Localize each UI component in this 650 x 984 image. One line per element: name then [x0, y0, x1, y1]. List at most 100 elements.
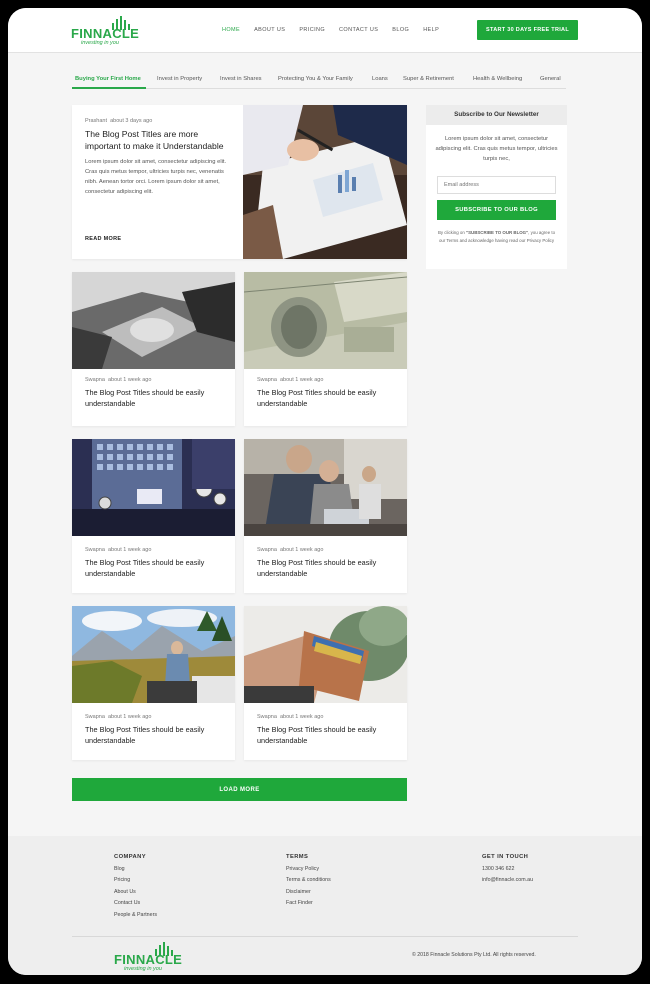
post-time: about 1 week ago	[107, 377, 152, 383]
nav-contact-us[interactable]: CONTACT US	[339, 27, 378, 33]
footer-email[interactable]: info@finnacle.com.au	[482, 877, 533, 883]
tab-super-retirement[interactable]: Super & Retirement	[403, 76, 454, 82]
post-author: Swapna	[85, 547, 105, 553]
post-card[interactable]: Swapna about 1 week ago The Blog Post Ti…	[244, 272, 407, 426]
newsletter-widget: Subscribe to Our Newsletter Lorem ipsum …	[426, 105, 567, 269]
brand-tagline: investing in you	[81, 40, 119, 46]
post-title[interactable]: The Blog Post Titles should be easily un…	[85, 724, 225, 746]
mountain-road-trip-photo	[72, 606, 235, 703]
footer-link-people[interactable]: People & Partners	[114, 912, 157, 918]
featured-excerpt: Lorem ipsum dolor sit amet, consectetur …	[85, 159, 227, 195]
tab-invest-property[interactable]: Invest in Property	[157, 76, 202, 82]
post-card[interactable]: Swapna about 1 week ago The Blog Post Ti…	[244, 606, 407, 760]
post-card[interactable]: Swapna about 1 week ago The Blog Post Ti…	[72, 606, 235, 760]
nav-about-us[interactable]: ABOUT US	[254, 27, 285, 33]
newsletter-description: Lorem ipsum dolor sit amet, consectetur …	[435, 136, 558, 162]
footer-link-contact[interactable]: Contact Us	[114, 900, 157, 906]
post-meta: Swapna about 1 week ago	[85, 714, 151, 720]
site-footer: COMPANY Blog Pricing About Us Contact Us…	[8, 836, 642, 975]
footer-link-pricing[interactable]: Pricing	[114, 877, 157, 883]
tab-invest-shares[interactable]: Invest in Shares	[220, 76, 262, 82]
page-frame: FINNACLE investing in you HOME ABOUT US …	[8, 8, 642, 975]
dollar-bills-photo	[244, 272, 407, 369]
post-meta: Swapna about 1 week ago	[257, 377, 323, 383]
footer-link-terms[interactable]: Terms & conditions	[286, 877, 331, 883]
footer-contact: GET IN TOUCH 1300 346 622 info@finnacle.…	[482, 854, 533, 889]
nav-pricing[interactable]: PRICING	[299, 27, 325, 33]
office-meeting-photo	[244, 439, 407, 536]
footer-link-disclaimer[interactable]: Disclaimer	[286, 889, 331, 895]
post-meta: Swapna about 1 week ago	[257, 714, 323, 720]
post-image	[244, 606, 407, 703]
post-image	[72, 606, 235, 703]
footer-terms: TERMS Privacy Policy Terms & conditions …	[286, 854, 331, 912]
post-title[interactable]: The Blog Post Titles should be easily un…	[257, 724, 397, 746]
tab-buying-first-home[interactable]: Buying Your First Home	[75, 76, 141, 82]
post-author: Swapna	[257, 547, 277, 553]
post-image	[244, 272, 407, 369]
subscribe-button[interactable]: SUBSCRIBE TO OUR BLOG	[437, 200, 556, 220]
featured-post-card[interactable]: Prashant about 3 days ago The Blog Post …	[72, 105, 407, 259]
post-author: Swapna	[257, 714, 277, 720]
footer-terms-heading: TERMS	[286, 854, 309, 860]
post-card[interactable]: Swapna about 1 week ago The Blog Post Ti…	[72, 272, 235, 426]
footer-phone[interactable]: 1300 346 622	[482, 866, 533, 872]
handshake-photo	[72, 272, 235, 369]
featured-image	[243, 105, 407, 259]
site-header: FINNACLE investing in you HOME ABOUT US …	[8, 8, 642, 53]
featured-title[interactable]: The Blog Post Titles are more important …	[85, 128, 235, 152]
active-tab-underline	[72, 87, 146, 89]
post-meta: Swapna about 1 week ago	[257, 547, 323, 553]
featured-time: about 3 days ago	[110, 118, 153, 124]
footer-link-fact-finder[interactable]: Fact Finder	[286, 900, 331, 906]
tab-general[interactable]: General	[540, 76, 561, 82]
featured-author: Prashant	[85, 118, 108, 124]
post-author: Swapna	[257, 377, 277, 383]
post-image	[244, 439, 407, 536]
footer-company-heading: COMPANY	[114, 854, 146, 860]
brand-logo[interactable]: FINNACLE investing in you	[71, 16, 141, 46]
nav-home[interactable]: HOME	[222, 27, 240, 33]
signing-document-photo	[243, 105, 407, 259]
newsletter-note: By clicking on "SUBSCRIBE TO OUR BLOG", …	[436, 229, 557, 244]
post-time: about 1 week ago	[279, 377, 324, 383]
post-title[interactable]: The Blog Post Titles should be easily un…	[257, 557, 397, 579]
load-more-button[interactable]: LOAD MORE	[72, 778, 407, 801]
tab-protecting-family[interactable]: Protecting You & Your Family	[278, 76, 353, 82]
read-more-link[interactable]: READ MORE	[85, 236, 121, 242]
post-card[interactable]: Swapna about 1 week ago The Blog Post Ti…	[244, 439, 407, 593]
post-time: about 1 week ago	[107, 547, 152, 553]
post-card[interactable]: Swapna about 1 week ago The Blog Post Ti…	[72, 439, 235, 593]
newsletter-heading: Subscribe to Our Newsletter	[426, 105, 567, 125]
tab-health-wellbeing[interactable]: Health & Wellbeing	[473, 76, 522, 82]
nav-help[interactable]: HELP	[423, 27, 439, 33]
post-meta: Swapna about 1 week ago	[85, 547, 151, 553]
post-title[interactable]: The Blog Post Titles should be easily un…	[257, 387, 397, 409]
post-title[interactable]: The Blog Post Titles should be easily un…	[85, 387, 225, 409]
post-image	[72, 272, 235, 369]
free-trial-button[interactable]: START 30 DAYS FREE TRIAL	[477, 20, 578, 40]
footer-link-about[interactable]: About Us	[114, 889, 157, 895]
footer-link-privacy[interactable]: Privacy Policy	[286, 866, 331, 872]
post-image	[72, 439, 235, 536]
post-author: Swapna	[85, 714, 105, 720]
post-time: about 1 week ago	[279, 714, 324, 720]
post-title[interactable]: The Blog Post Titles should be easily un…	[85, 557, 225, 579]
featured-meta: Prashant about 3 days ago	[85, 118, 152, 124]
footer-contact-heading: GET IN TOUCH	[482, 854, 529, 860]
footer-logo[interactable]: FINNACLE investing in you	[114, 942, 184, 972]
brand-name: FINNACLE	[71, 26, 140, 41]
category-tabs: Buying Your First Home Invest in Propert…	[72, 74, 566, 89]
post-time: about 1 week ago	[279, 547, 324, 553]
note-bold: "SUBSCRIBE TO OUR BLOG"	[466, 230, 529, 235]
footer-link-blog[interactable]: Blog	[114, 866, 157, 872]
post-meta: Swapna about 1 week ago	[85, 377, 151, 383]
nav-blog[interactable]: BLOG	[392, 27, 409, 33]
footer-company: COMPANY Blog Pricing About Us Contact Us…	[114, 854, 157, 923]
post-author: Swapna	[85, 377, 105, 383]
email-input[interactable]	[437, 176, 556, 194]
footer-divider	[72, 936, 578, 937]
main-nav: HOME ABOUT US PRICING CONTACT US BLOG HE…	[222, 27, 453, 33]
tab-loans[interactable]: Loans	[372, 76, 388, 82]
leather-wallet-photo	[244, 606, 407, 703]
